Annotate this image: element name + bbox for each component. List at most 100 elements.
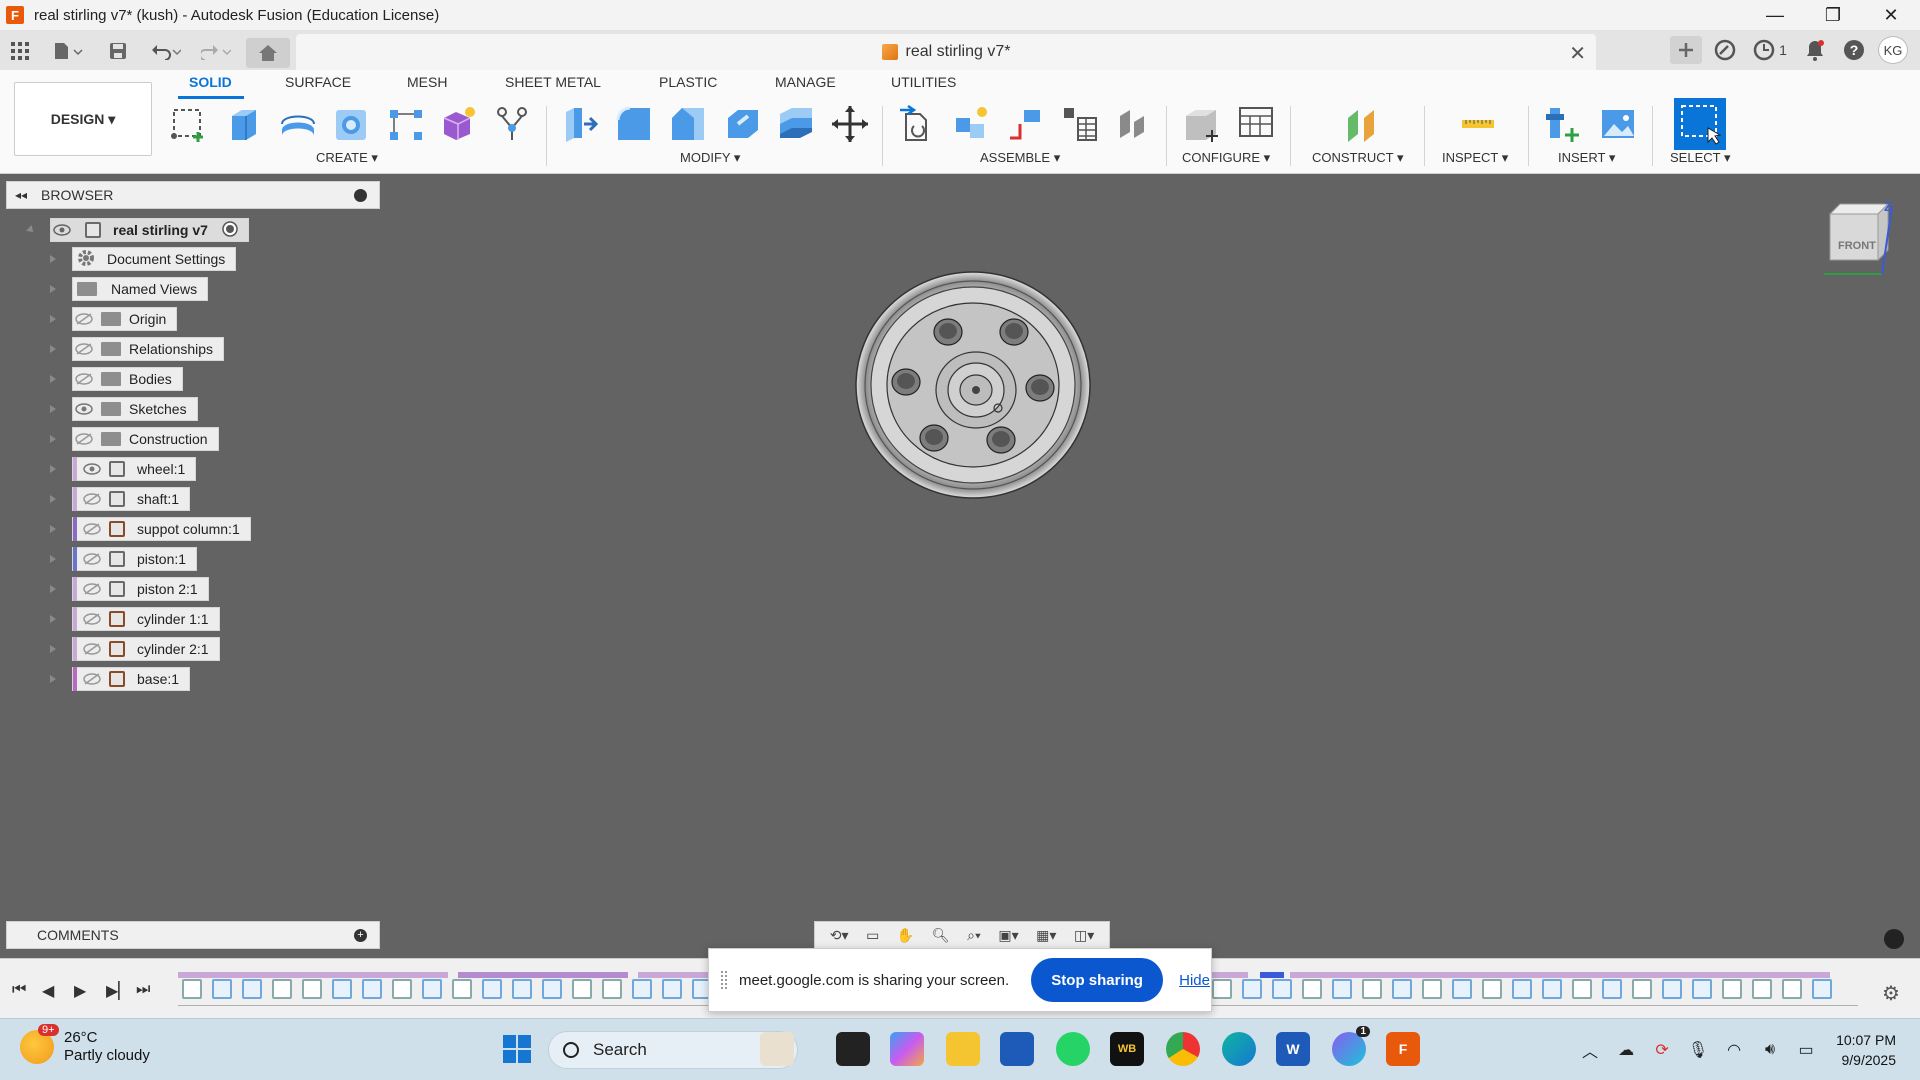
minimize-button[interactable]: — (1746, 0, 1804, 30)
timeline-sketch-feature[interactable] (602, 979, 622, 999)
close-window-button[interactable]: ✕ (1862, 0, 1920, 30)
timeline-sketch-feature[interactable] (1752, 979, 1772, 999)
tree-item-shaft[interactable]: shaft:1 (72, 487, 191, 511)
tree-root[interactable]: real stirling v7 (50, 218, 249, 242)
expander-icon[interactable] (50, 315, 56, 323)
timeline-feature[interactable] (1332, 979, 1352, 999)
file-explorer-icon[interactable] (946, 1032, 980, 1066)
hole-icon[interactable] (330, 102, 374, 146)
weather-widget[interactable]: 9+ 26°C Partly cloudy (20, 1024, 150, 1065)
tree-item-origin[interactable]: Origin (72, 307, 178, 331)
restore-button[interactable]: ❐ (1804, 0, 1862, 30)
expander-icon[interactable] (50, 405, 56, 413)
offset-plane-icon[interactable] (1340, 102, 1384, 146)
group-inspect[interactable]: INSPECT ▾ (1442, 150, 1508, 166)
document-tab[interactable]: real stirling v7* ✕ (296, 34, 1596, 70)
tab-mesh[interactable]: MESH (407, 74, 447, 90)
onedrive-icon[interactable]: ☁ (1608, 1040, 1644, 1060)
shell-icon[interactable] (720, 102, 764, 146)
hide-link[interactable]: Hide (1179, 972, 1210, 989)
timeline-sketch-feature[interactable] (1632, 979, 1652, 999)
timeline-sketch-feature[interactable] (1782, 979, 1802, 999)
tree-item-named-views[interactable]: Named Views (72, 277, 209, 301)
file-menu-icon[interactable] (48, 38, 88, 64)
expander-icon[interactable] (50, 585, 56, 593)
tree-item-relationships[interactable]: Relationships (72, 337, 225, 361)
wheel-model[interactable] (854, 270, 1092, 500)
move-copy-icon[interactable] (828, 102, 872, 146)
timeline-last-icon[interactable]: ⏭ (136, 981, 150, 999)
expander-icon[interactable] (50, 645, 56, 653)
tab-manage[interactable]: MANAGE (775, 74, 836, 90)
press-pull-icon[interactable] (558, 102, 602, 146)
copilot-icon[interactable] (890, 1032, 924, 1066)
expander-icon[interactable] (50, 375, 56, 383)
hidden-eye-icon[interactable] (73, 338, 95, 360)
viewcube[interactable]: FRONT Z (1818, 200, 1896, 280)
timeline-feature[interactable] (1692, 979, 1712, 999)
tree-item-base[interactable]: base:1 (72, 667, 191, 691)
zoom-icon[interactable]: 🔍︎ (932, 927, 950, 944)
timeline-feature[interactable] (482, 979, 502, 999)
browser-minimize-icon[interactable] (354, 189, 367, 202)
volume-icon[interactable]: 🔊︎ (1752, 1041, 1788, 1059)
group-configure[interactable]: CONFIGURE ▾ (1182, 150, 1270, 166)
visibility-eye-icon[interactable] (51, 219, 73, 241)
configuration-table-icon[interactable] (1234, 102, 1278, 146)
add-comment-icon[interactable]: + (354, 929, 367, 942)
timeline-sketch-feature[interactable] (1482, 979, 1502, 999)
grid-settings-icon[interactable]: ▦▾ (1036, 927, 1056, 944)
fillet-icon[interactable] (612, 102, 656, 146)
expander-icon[interactable] (50, 285, 56, 293)
timeline-feature[interactable] (512, 979, 532, 999)
hidden-eye-icon[interactable] (81, 608, 103, 630)
timeline-sketch-feature[interactable] (182, 979, 202, 999)
whatsapp-icon[interactable] (1056, 1032, 1090, 1066)
expander-icon[interactable] (50, 465, 56, 473)
tab-sheet-metal[interactable]: SHEET METAL (505, 74, 601, 90)
timeline-sketch-feature[interactable] (272, 979, 292, 999)
timeline-sketch-feature[interactable] (1212, 979, 1232, 999)
tab-surface[interactable]: SURFACE (285, 74, 351, 90)
insert-image-icon[interactable] (1596, 102, 1640, 146)
configure-insert-icon[interactable] (1180, 102, 1224, 146)
timeline-feature[interactable] (1242, 979, 1262, 999)
chamfer-icon[interactable] (666, 102, 710, 146)
timeline-feature[interactable] (1602, 979, 1622, 999)
data-panel-grid-icon[interactable] (6, 38, 34, 64)
timeline-feature[interactable] (1812, 979, 1832, 999)
derive-icon[interactable] (490, 102, 534, 146)
timeline-sketch-feature[interactable] (1302, 979, 1322, 999)
extensions-icon[interactable] (1710, 36, 1740, 64)
timeline-feature[interactable] (422, 979, 442, 999)
visibility-eye-icon[interactable] (73, 398, 95, 420)
select-box-icon[interactable] (1674, 98, 1726, 150)
timeline-feature[interactable] (1512, 979, 1532, 999)
expander-icon[interactable] (50, 555, 56, 563)
notifications-bell-icon[interactable] (1800, 36, 1830, 64)
timeline-feature[interactable] (242, 979, 262, 999)
timeline-sketch-feature[interactable] (572, 979, 592, 999)
pan-hand-icon[interactable]: ✋ (897, 927, 914, 944)
task-view-icon[interactable] (836, 1032, 870, 1066)
chrome-icon[interactable] (1166, 1032, 1200, 1066)
fusion-taskbar-icon[interactable]: F (1386, 1032, 1420, 1066)
hidden-eye-icon[interactable] (73, 308, 95, 330)
viewports-icon[interactable]: ◫▾ (1074, 927, 1094, 944)
collapse-panel-icon[interactable]: ◂◂ (15, 188, 27, 202)
taskbar-clock[interactable]: 10:07 PM 9/9/2025 (1836, 1030, 1896, 1070)
timeline-feature[interactable] (362, 979, 382, 999)
fusion-app-icon[interactable]: F (6, 6, 24, 24)
display-settings-icon[interactable]: ▣▾ (998, 927, 1018, 944)
insert-derive-icon[interactable] (1542, 102, 1586, 146)
timeline-feature[interactable] (212, 979, 232, 999)
timeline-sketch-feature[interactable] (392, 979, 412, 999)
feedback-icon[interactable] (1884, 929, 1904, 949)
create-sketch-icon[interactable] (168, 102, 212, 146)
help-icon[interactable]: ? (1838, 36, 1870, 64)
combine-icon[interactable] (774, 102, 818, 146)
job-status[interactable]: 1 (1748, 36, 1792, 64)
tree-item-cylinder-2[interactable]: cylinder 2:1 (72, 637, 220, 661)
tree-item-construction[interactable]: Construction (72, 427, 219, 451)
timeline-sketch-feature[interactable] (1362, 979, 1382, 999)
